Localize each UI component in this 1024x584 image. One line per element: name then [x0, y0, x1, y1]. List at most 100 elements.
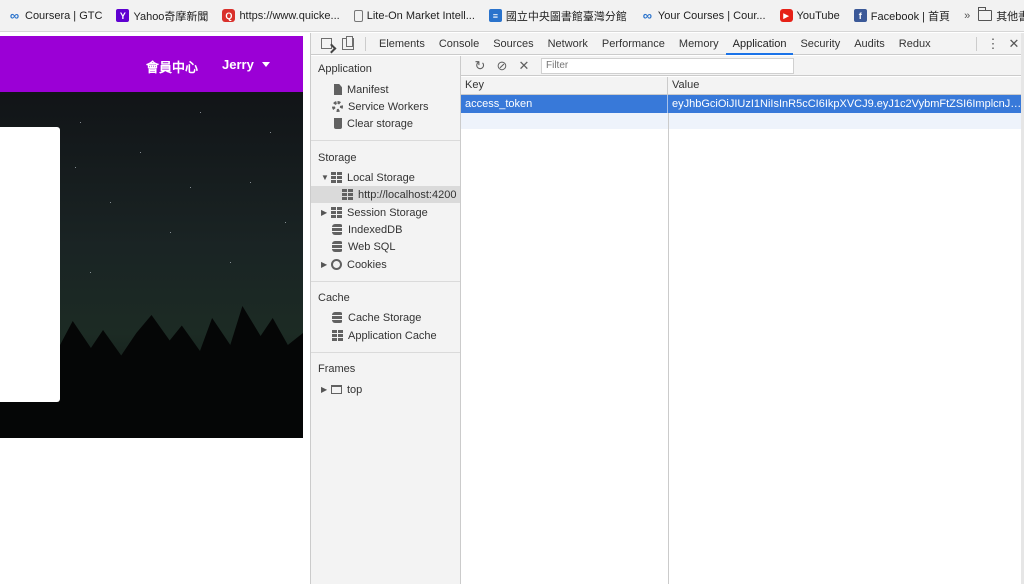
bookmark-yahoo[interactable]: Y Yahoo奇摩新聞 — [116, 8, 208, 24]
tab-application[interactable]: Application — [725, 33, 794, 55]
trash-icon — [334, 118, 342, 129]
sidebar-item-session-storage[interactable]: ▶ Session Storage — [321, 204, 428, 221]
other-bookmarks[interactable]: » 其他書籤 — [964, 7, 1024, 24]
other-bookmarks-label: 其他書籤 — [996, 10, 1024, 23]
expand-down-icon[interactable]: ▼ — [321, 173, 329, 182]
toolbar-divider — [365, 36, 366, 51]
tab-memory[interactable]: Memory — [672, 33, 726, 55]
member-center-link[interactable]: 會員中心 — [146, 57, 198, 76]
folder-icon — [978, 7, 993, 21]
bookmark-label: Your Courses | Cour... — [657, 9, 766, 22]
sidebar-item-label: Local Storage — [347, 171, 415, 184]
sidebar-item-service-workers[interactable]: Service Workers — [332, 98, 428, 115]
youtube-icon: ▶ — [779, 9, 793, 22]
devtools-panel: Elements Console Sources Network Perform… — [310, 33, 1024, 584]
empty-table-row — [461, 113, 1024, 129]
sidebar-item-label: top — [347, 383, 363, 396]
sidebar-item-label: Clear storage — [347, 117, 414, 130]
bookmark-facebook[interactable]: f Facebook | 首頁 — [853, 8, 951, 24]
more-bookmarks-chevron[interactable]: » — [964, 10, 970, 22]
sidebar-item-label: Application Cache — [348, 329, 437, 342]
expand-right-icon[interactable]: ▶ — [321, 208, 327, 217]
table-header: Key Value — [461, 77, 1024, 95]
storage-toolbar: ↻ ⊘ ✕ — [461, 56, 1024, 76]
sidebar-item-frame-top[interactable]: ▶ top — [321, 381, 362, 398]
gear-icon — [332, 101, 343, 112]
web-page: 會員中心 Jerry — [0, 33, 310, 584]
refresh-icon[interactable]: ↻ — [469, 57, 491, 75]
bookmark-label: Facebook | 首頁 — [870, 10, 951, 23]
library-icon: ≡ — [488, 9, 502, 22]
white-card-panel — [0, 127, 60, 402]
bookmark-label: YouTube — [796, 9, 840, 22]
sidebar-item-localhost-origin[interactable]: http://localhost:4200 — [311, 186, 460, 203]
filter-input[interactable] — [541, 57, 794, 74]
hero-night-sky-image — [0, 92, 303, 438]
table-row[interactable]: access_token eyJhbGciOiJIUzI1NiIsInR5cCI… — [461, 95, 1024, 113]
tab-sources[interactable]: Sources — [486, 33, 540, 55]
sidebar-item-label: http://localhost:4200 — [358, 188, 457, 201]
page-icon — [353, 9, 363, 22]
section-divider — [311, 352, 460, 353]
tab-redux[interactable]: Redux — [892, 33, 938, 55]
yahoo-icon: Y — [116, 9, 130, 22]
bookmark-your-courses[interactable]: ∞ Your Courses | Cour... — [641, 8, 766, 23]
tab-audits[interactable]: Audits — [847, 33, 892, 55]
bookmark-lite-on[interactable]: Lite-On Market Intell... — [353, 9, 475, 22]
sidebar-item-local-storage[interactable]: ▼ Local Storage — [321, 169, 415, 186]
cell-value[interactable]: eyJhbGciOiJIUzI1NiIsInR5cCI6IkpXVCJ9.eyJ… — [668, 95, 1024, 113]
database-icon — [332, 241, 343, 252]
column-header-value[interactable]: Value — [668, 77, 1024, 94]
sidebar-item-manifest[interactable]: Manifest — [332, 81, 389, 98]
section-divider — [311, 281, 460, 282]
tab-elements[interactable]: Elements — [372, 33, 432, 55]
site-navbar: 會員中心 Jerry — [0, 36, 303, 92]
user-menu[interactable]: Jerry — [222, 57, 270, 72]
database-icon — [332, 224, 343, 235]
tab-console[interactable]: Console — [432, 33, 486, 55]
tab-security[interactable]: Security — [793, 33, 847, 55]
application-sidebar: Application Manifest Service Workers Cle… — [311, 56, 461, 584]
sidebar-item-application-cache[interactable]: Application Cache — [332, 327, 437, 344]
bookmark-label: https://www.quicke... — [239, 9, 340, 22]
bookmark-library[interactable]: ≡ 國立中央圖書館臺灣分館 — [488, 8, 627, 24]
bookmark-youtube[interactable]: ▶ YouTube — [779, 9, 840, 22]
sidebar-item-cache-storage[interactable]: Cache Storage — [332, 309, 421, 326]
devtools-tabbar: Elements Console Sources Network Perform… — [311, 33, 1024, 55]
database-icon — [332, 312, 343, 323]
sidebar-item-label: Manifest — [347, 83, 389, 96]
column-header-key[interactable]: Key — [461, 77, 668, 94]
sidebar-item-clear-storage[interactable]: Clear storage — [332, 115, 413, 132]
delete-selected-icon[interactable]: ✕ — [513, 57, 535, 75]
clear-all-icon[interactable]: ⊘ — [491, 57, 513, 75]
expand-right-icon[interactable]: ▶ — [321, 260, 327, 269]
grid-icon — [331, 172, 342, 183]
toolbar-divider — [976, 36, 977, 51]
sidebar-item-web-sql[interactable]: Web SQL — [332, 238, 396, 255]
column-divider — [668, 113, 669, 584]
tab-network[interactable]: Network — [541, 33, 595, 55]
section-frames-title: Frames — [318, 363, 356, 375]
section-cache-title: Cache — [318, 292, 350, 304]
cell-key[interactable]: access_token — [461, 95, 668, 113]
document-icon — [334, 84, 342, 95]
frame-icon — [331, 385, 342, 394]
coursera-icon: ∞ — [642, 8, 653, 23]
inspect-element-icon[interactable] — [315, 33, 337, 55]
sidebar-item-cookies[interactable]: ▶ Cookies — [321, 256, 387, 273]
device-toolbar-icon[interactable] — [337, 33, 359, 55]
grid-icon — [331, 207, 342, 218]
coursera-icon: ∞ — [9, 8, 20, 23]
cookie-icon — [331, 259, 342, 270]
expand-right-icon[interactable]: ▶ — [321, 385, 327, 394]
sidebar-item-indexeddb[interactable]: IndexedDB — [332, 221, 402, 238]
section-divider — [311, 140, 460, 141]
bookmark-label: Lite-On Market Intell... — [366, 9, 475, 22]
bookmark-coursera[interactable]: ∞ Coursera | GTC — [8, 8, 103, 23]
bookmark-label: Coursera | GTC — [25, 9, 103, 22]
bookmark-label: 國立中央圖書館臺灣分館 — [505, 10, 627, 23]
quicke-icon: Q — [222, 9, 236, 22]
bookmark-quicke[interactable]: Qhttps://www.quicke... — [222, 9, 340, 22]
tab-performance[interactable]: Performance — [595, 33, 672, 55]
more-options-icon[interactable]: ⋮ — [983, 36, 1003, 52]
